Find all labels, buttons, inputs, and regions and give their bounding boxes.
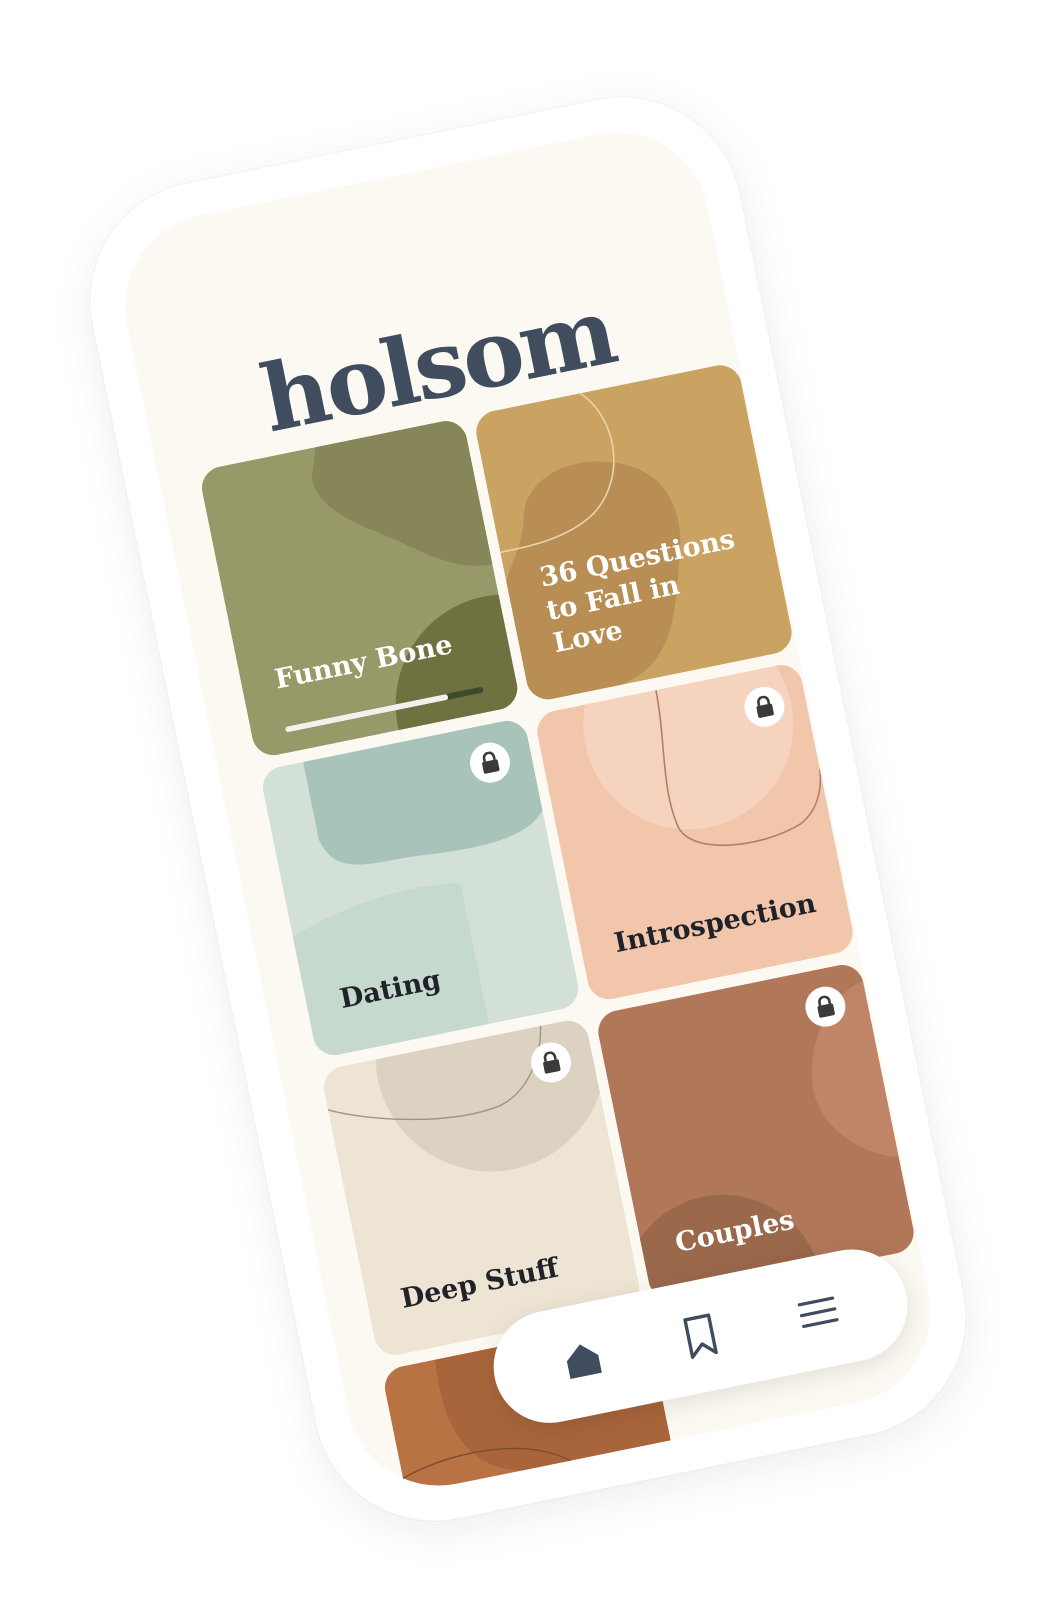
menu-icon (797, 1296, 839, 1329)
lock-icon (817, 995, 835, 1018)
card-background (197, 417, 522, 760)
lock-icon (756, 695, 774, 718)
phone-device: holsom Funny Bone 36 Questions to Fall i… (68, 75, 988, 1543)
nav-bookmarks-button[interactable] (665, 1301, 736, 1372)
lock-icon (543, 1051, 561, 1074)
nav-home-button[interactable] (548, 1325, 619, 1396)
home-icon (566, 1344, 602, 1379)
category-card-funny-bone[interactable]: Funny Bone (197, 417, 522, 760)
bookmark-icon (683, 1313, 718, 1359)
category-card-introspection[interactable]: Introspection (533, 661, 857, 1004)
category-card-dating[interactable]: Dating (258, 717, 583, 1059)
card-background (533, 661, 857, 1004)
app-screen: holsom Funny Bone 36 Questions to Fall i… (108, 115, 948, 1503)
card-background (258, 717, 583, 1059)
category-card-36-questions[interactable]: 36 Questions to Fall in Love (472, 361, 796, 704)
lock-icon (482, 751, 500, 774)
nav-menu-button[interactable] (783, 1277, 854, 1348)
